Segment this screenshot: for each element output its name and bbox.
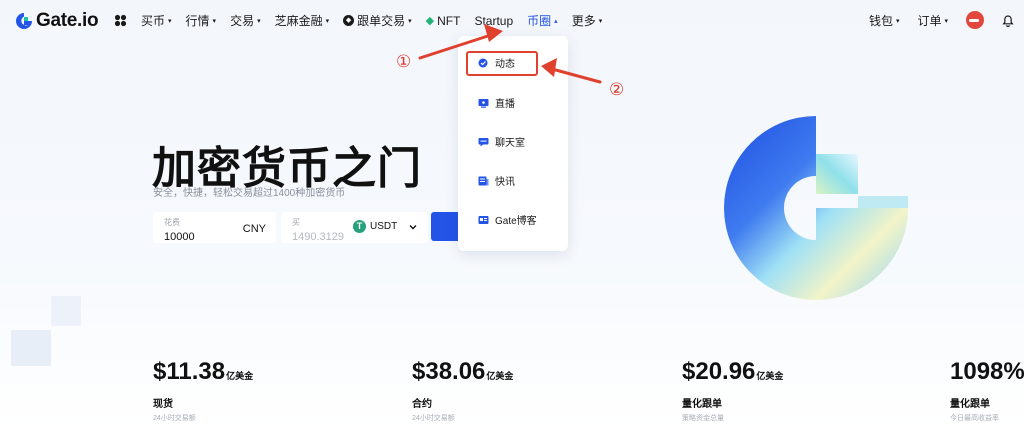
decorative-square bbox=[51, 296, 81, 326]
buy-amount: 1490.3129 bbox=[292, 231, 344, 243]
hero-subtitle: 安全，快捷，轻松交易超过1400种加密货币 bbox=[153, 188, 346, 199]
stat-label: 量化跟单 bbox=[682, 399, 722, 410]
caret-up-icon: ▴ bbox=[554, 17, 558, 25]
caret-down-icon: ▾ bbox=[325, 17, 330, 25]
spend-currency: CNY bbox=[242, 223, 266, 235]
nav-finance[interactable]: 芝麻金融 ▾ bbox=[275, 12, 330, 29]
stat-desc: 24小时交易额 bbox=[153, 415, 196, 422]
caret-down-icon: ▾ bbox=[895, 17, 900, 25]
gate-logo[interactable]: Gate.io bbox=[14, 10, 99, 32]
caret-down-icon: ▾ bbox=[408, 17, 412, 25]
logo-text: Gate.io bbox=[36, 10, 99, 31]
nav-markets[interactable]: 行情 ▾ bbox=[186, 12, 217, 29]
stat-spot: $11.38亿美金 现货 24小时交易额 bbox=[153, 358, 253, 423]
stat-desc: 今日最高收益率 bbox=[950, 415, 999, 422]
caret-down-icon: ▾ bbox=[598, 17, 603, 25]
nav-nft[interactable]: ◆ NFT bbox=[426, 14, 461, 28]
annotation-highlight-box bbox=[466, 51, 538, 76]
caret-down-icon: ▾ bbox=[212, 17, 217, 25]
live-icon bbox=[478, 98, 489, 108]
nft-icon: ◆ bbox=[425, 15, 435, 27]
main-nav: 买币 ▾ 行情 ▾ 交易 ▾ 芝麻金融 ▾ ◆ 跟单交易 ▾ ◆ NFT Startup … bbox=[141, 12, 616, 29]
nav-copy-trading[interactable]: ◆ 跟单交易 ▾ bbox=[343, 12, 412, 29]
right-nav: 钱包 ▾ 订单 ▾ bbox=[869, 10, 1024, 29]
apps-grid-icon[interactable] bbox=[114, 14, 127, 27]
stat-desc: 策略资金总量 bbox=[682, 415, 724, 422]
stat-value: $20.96亿美金 bbox=[682, 358, 784, 385]
annotation-step-1: ① bbox=[396, 52, 412, 72]
chat-icon bbox=[478, 137, 489, 146]
blog-icon bbox=[478, 215, 489, 224]
avatar[interactable] bbox=[966, 10, 984, 29]
stat-value: $38.06亿美金 bbox=[412, 358, 514, 385]
nav-trade[interactable]: 交易 ▾ bbox=[230, 12, 261, 29]
stat-quant-return: 1098% 量化跟单 今日最高收益率 bbox=[950, 358, 1024, 423]
nav-orders[interactable]: 订单 ▾ bbox=[917, 12, 948, 29]
caret-down-icon: ▾ bbox=[257, 17, 261, 25]
stat-quant-copy: $20.96亿美金 量化跟单 策略资金总量 bbox=[682, 358, 783, 423]
decorative-square bbox=[11, 330, 51, 366]
stat-label: 合约 bbox=[412, 399, 432, 410]
nav-wallet[interactable]: 钱包 ▾ bbox=[869, 12, 900, 29]
buy-currency-select[interactable]: USDT bbox=[370, 221, 397, 232]
news-icon bbox=[478, 176, 489, 185]
dropdown-item-blog[interactable]: Gate博客 bbox=[478, 212, 537, 227]
stat-value: 1098% bbox=[950, 358, 1024, 385]
gate-logo-icon bbox=[16, 13, 32, 29]
caret-down-icon: ▾ bbox=[168, 17, 172, 25]
nav-startup[interactable]: Startup bbox=[474, 14, 513, 28]
dropdown-item-news[interactable]: 快讯 bbox=[478, 173, 515, 188]
caret-down-icon: ▾ bbox=[944, 17, 948, 25]
spend-input-field[interactable]: 花费 10000 CNY bbox=[153, 212, 276, 243]
nav-buy-crypto[interactable]: 买币 ▾ bbox=[141, 12, 172, 29]
dropdown-item-chatroom[interactable]: 聊天室 bbox=[478, 134, 525, 149]
stat-label: 现货 bbox=[153, 399, 173, 410]
nav-community[interactable]: 币圈 ▴ bbox=[527, 12, 558, 29]
spend-label: 花费 bbox=[164, 218, 180, 227]
copy-trading-icon: ◆ bbox=[343, 15, 355, 26]
stat-value: $11.38亿美金 bbox=[153, 358, 254, 385]
stat-label: 量化跟单 bbox=[950, 399, 990, 410]
bell-icon[interactable] bbox=[1002, 14, 1014, 27]
annotation-step-2: ② bbox=[609, 80, 625, 100]
stat-desc: 24小时交易额 bbox=[412, 415, 455, 422]
usdt-icon: T bbox=[353, 220, 366, 233]
gate-hero-graphic bbox=[724, 116, 908, 300]
dropdown-item-live[interactable]: 直播 bbox=[478, 95, 515, 110]
buy-button[interactable] bbox=[431, 212, 461, 241]
stat-futures: $38.06亿美金 合约 24小时交易额 bbox=[412, 358, 513, 423]
buy-label: 买 bbox=[292, 218, 300, 227]
spend-amount: 10000 bbox=[164, 231, 195, 243]
chevron-down-icon[interactable] bbox=[408, 222, 418, 232]
nav-more[interactable]: 更多 ▾ bbox=[572, 12, 603, 29]
